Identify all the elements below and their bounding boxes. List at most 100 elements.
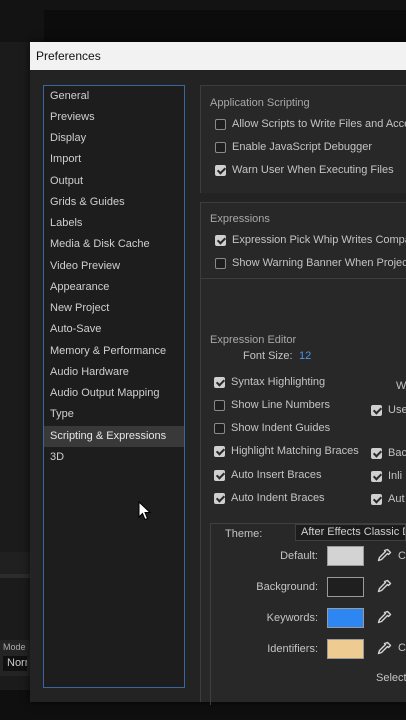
identifiers-color-label: Identifiers: [267,643,318,655]
category-grids-guides[interactable]: Grids & Guides [44,192,184,213]
category-general[interactable]: General [44,86,184,107]
checkbox-box[interactable] [215,119,226,130]
category-new-project[interactable]: New Project [44,298,184,319]
checkbox-box[interactable] [371,471,382,482]
category-auto-save[interactable]: Auto-Save [44,319,184,340]
highlight-matching-braces-checkbox[interactable]: Highlight Matching Braces [214,445,364,461]
right-option-checkbox-1[interactable]: Use [371,404,406,420]
warning-banner-checkbox[interactable]: Show Warning Banner When Project [215,257,406,273]
checkbox-label: Allow Scripts to Write Files and Acce [232,118,406,130]
syntax-highlighting-checkbox[interactable]: Syntax Highlighting [214,376,364,392]
category-media-disk-cache[interactable]: Media & Disk Cache [44,234,184,255]
checkbox-label: Syntax Highlighting [231,376,326,388]
checkbox-label: Expression Pick Whip Writes Compac [232,234,406,246]
checkbox-box[interactable] [214,423,225,434]
expressions-title: Expressions [210,213,270,225]
checkbox-label: Auto Indent Braces [231,492,325,504]
checkbox-box[interactable] [371,405,382,416]
checkbox-label: Show Line Numbers [231,399,331,411]
category-memory-performance[interactable]: Memory & Performance [44,341,184,362]
checkbox-label: Warn User When Executing Files [232,164,394,176]
theme-dropdown[interactable]: After Effects Classic Dark [295,524,406,541]
category-list[interactable]: General Previews Display Import Output G… [43,85,185,688]
app-background-panel [44,10,406,42]
font-size-label: Font Size: [243,350,293,362]
theme-label: Theme: [225,528,263,540]
cut-off-label-select: Select [376,672,406,684]
checkbox-box[interactable] [214,446,225,457]
checkbox-label: Show Indent Guides [231,422,331,434]
right-option-checkbox-2[interactable]: Bac [371,447,406,463]
identifiers-color-swatch[interactable] [327,639,364,659]
show-line-numbers-checkbox[interactable]: Show Line Numbers [214,399,364,415]
keywords-color-label: Keywords: [266,612,318,624]
eyedropper-icon[interactable] [375,547,393,565]
checkbox-label: Bac [388,447,406,459]
checkbox-box[interactable] [371,494,382,505]
checkbox-box[interactable] [215,142,226,153]
category-audio-output-mapping[interactable]: Audio Output Mapping [44,383,184,404]
mouse-cursor-icon [138,501,152,521]
checkbox-box[interactable] [214,377,225,388]
checkbox-box[interactable] [214,493,225,504]
category-audio-hardware[interactable]: Audio Hardware [44,362,184,383]
app-background-strip [0,552,30,574]
checkbox-label: Aut [388,493,405,505]
category-previews[interactable]: Previews [44,107,184,128]
category-type[interactable]: Type [44,404,184,425]
eyedropper-icon[interactable] [375,609,393,627]
keywords-color-swatch[interactable] [327,608,364,628]
auto-indent-braces-checkbox[interactable]: Auto Indent Braces [214,492,364,508]
category-labels[interactable]: Labels [44,213,184,234]
background-color-label: Background: [256,581,318,593]
category-output[interactable]: Output [44,171,184,192]
checkbox-box[interactable] [214,400,225,411]
app-background-strip-line [0,574,30,578]
blend-mode-panel: Mode Norm [0,640,30,676]
right-option-checkbox-3[interactable]: Inli [371,470,406,486]
category-scripting-expressions[interactable]: Scripting & Expressions [44,426,184,447]
expression-editor-title: Expression Editor [210,334,297,346]
application-scripting-group: Application Scripting Allow Scripts to W… [200,85,406,193]
checkbox-label: Use [388,404,406,416]
background-color-swatch[interactable] [327,577,364,597]
mode-dropdown[interactable]: Norm [3,656,27,671]
eyedropper-icon[interactable] [375,578,393,596]
allow-scripts-checkbox[interactable]: Allow Scripts to Write Files and Acce [215,118,406,134]
cut-off-label-c2: C [398,642,406,654]
show-indent-guides-checkbox[interactable]: Show Indent Guides [214,422,364,438]
checkbox-label: Enable JavaScript Debugger [232,141,373,153]
checkbox-label: Inli [388,470,403,482]
cut-off-label-c1: C [398,550,406,562]
dialog-titlebar[interactable]: Preferences [30,42,406,70]
default-color-swatch[interactable] [327,546,364,566]
category-appearance[interactable]: Appearance [44,277,184,298]
default-color-label: Default: [280,550,318,562]
app-background-left [0,42,30,720]
checkbox-box[interactable] [371,448,382,459]
checkbox-box[interactable] [215,165,226,176]
category-import[interactable]: Import [44,149,184,170]
cut-off-label-w: W [396,380,406,392]
category-display[interactable]: Display [44,128,184,149]
preferences-dialog: Preferences General Previews Display Imp… [30,42,406,705]
checkbox-label: Auto Insert Braces [231,469,322,481]
eyedropper-icon[interactable] [375,640,393,658]
checkbox-label: Show Warning Banner When Project [232,257,406,269]
checkbox-box[interactable] [215,258,226,269]
settings-pane: Application Scripting Allow Scripts to W… [200,85,406,705]
application-scripting-title: Application Scripting [210,97,310,109]
dialog-title: Preferences [36,49,101,63]
enable-js-debugger-checkbox[interactable]: Enable JavaScript Debugger [215,141,406,157]
mode-label: Mode [3,642,26,652]
font-size-value[interactable]: 12 [299,350,311,362]
pick-whip-compact-checkbox[interactable]: Expression Pick Whip Writes Compac [215,234,406,250]
checkbox-box[interactable] [214,470,225,481]
checkbox-label: Highlight Matching Braces [231,445,359,457]
checkbox-box[interactable] [215,235,226,246]
right-option-checkbox-4[interactable]: Aut [371,493,406,509]
category-video-preview[interactable]: Video Preview [44,256,184,277]
warn-user-checkbox[interactable]: Warn User When Executing Files [215,164,406,180]
auto-insert-braces-checkbox[interactable]: Auto Insert Braces [214,469,364,485]
category-3d[interactable]: 3D [44,447,184,468]
